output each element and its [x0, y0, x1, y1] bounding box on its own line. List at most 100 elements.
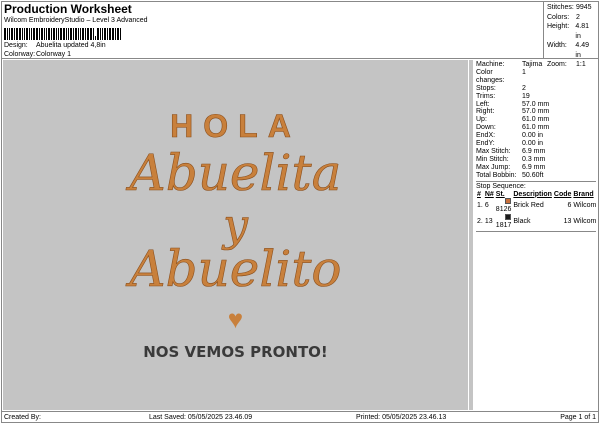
colorway-row: Colorway:Colorway 1 [4, 51, 71, 58]
barcode-bar [60, 28, 62, 40]
design-label: Design: [4, 42, 28, 49]
stop-sequence-table: # N# St. Description Code Brand 1. 6 8126 Brick … [476, 191, 597, 231]
barcode [4, 26, 144, 40]
column-header: Code [553, 190, 572, 198]
detail-row: Stops: 2 [476, 85, 596, 93]
barcode-bar [63, 28, 65, 40]
detail-value: 0.00 in [522, 140, 544, 148]
barcode-bar [102, 28, 103, 40]
barcode-bar [29, 28, 30, 40]
barcode-bar [78, 28, 79, 40]
detail-label: Right: [476, 108, 495, 116]
detail-row: EndX: 0.00 in [476, 132, 596, 140]
barcode-bar [85, 28, 86, 40]
detail-row: Total Bobbin: 50.60ft [476, 172, 596, 180]
detail-row: Left: 57.0 mm [476, 101, 596, 109]
barcode-bar [51, 28, 52, 40]
color-code: 13 [563, 218, 572, 226]
software-name: Wilcom EmbroideryStudio – Level 3 Advanc… [4, 17, 148, 24]
detail-row: Machine: Tajima [476, 61, 596, 69]
design-stats: Stitches: 9945 Colors: 2 Height: 4.81 in Width… [543, 1, 599, 68]
barcode-bar [22, 28, 23, 40]
divider [476, 231, 596, 233]
barcode-bar [36, 28, 38, 40]
barcode-bar [107, 28, 108, 40]
detail-row: Max Stitch: 6.9 mm [476, 148, 596, 156]
barcode-bar [100, 28, 101, 40]
detail-row: Right: 57.0 mm [476, 108, 596, 116]
color-description: Brick Red [513, 202, 544, 210]
barcode-bar [9, 28, 10, 40]
barcode-bar [33, 28, 35, 40]
worksheet-title: Production Worksheet [4, 2, 132, 16]
page-number: Page 1 of 1 [560, 414, 596, 421]
barcode-bar [31, 28, 32, 40]
barcode-bar [4, 28, 6, 40]
needle-number: 6 [484, 202, 489, 210]
detail-value: 0.3 mm [522, 155, 546, 163]
stat-label: Colors: [547, 13, 570, 21]
barcode-bar [75, 28, 77, 40]
stat-label: Stitches: [547, 4, 574, 11]
detail-label: Min Stitch: [476, 155, 509, 163]
column-header: N# [484, 190, 494, 198]
detail-row: EndY: 0.00 in [476, 140, 596, 148]
barcode-bar [53, 28, 55, 40]
column-header: Description [513, 190, 552, 198]
detail-value: 6.9 mm [522, 163, 546, 171]
detail-value: Tajima [522, 61, 543, 68]
barcode-bar [82, 28, 84, 40]
barcode-bar [117, 28, 119, 40]
column-header: Brand [573, 190, 594, 198]
stitch-count: 1817 [495, 222, 512, 230]
design-name: Abuelita updated 4,8in [36, 42, 106, 49]
barcode-bar [48, 28, 50, 40]
row-index: 2. [477, 218, 483, 226]
design-row: Design: Abuelita updated 4,8in [4, 42, 106, 49]
barcode-bar [56, 28, 57, 40]
barcode-bar [120, 28, 121, 40]
detail-value: 6.9 mm [522, 147, 546, 155]
barcode-bar [41, 28, 43, 40]
detail-label: Max Jump: [476, 163, 511, 171]
detail-label: Machine: [476, 61, 505, 68]
design-text-abuelita: Abuelita [129, 144, 342, 203]
detail-label: Down: [476, 124, 496, 132]
barcode-bar [90, 28, 92, 40]
barcode-bar [11, 28, 13, 40]
barcode-bar [44, 28, 45, 40]
thread-brand: Wilcom [573, 218, 597, 226]
detail-row: Down: 61.0 mm [476, 124, 596, 132]
needle-number: 13 [484, 218, 493, 226]
detail-label: Left: [476, 100, 490, 108]
detail-row: Up: 61.0 mm [476, 116, 596, 124]
color-swatch [505, 214, 512, 221]
table-row: 1. 6 8126 Brick Red 6 Wilcom [476, 198, 597, 214]
info-panel: Machine: Tajima Color changes: 1 Stops: 2 Trim… [469, 60, 599, 410]
detail-label: EndY: [476, 140, 495, 148]
detail-value: 1 [522, 68, 526, 76]
barcode-bar [112, 28, 114, 40]
stat-row: Height: 4.81 in [547, 22, 596, 41]
design-text-hola: HOLA [170, 108, 301, 145]
design-preview: HOLA Abuelita y Abuelito ♥ NOS VEMOS PRO… [3, 60, 468, 410]
detail-label: Total Bobbin: [476, 171, 517, 179]
barcode-bar [7, 28, 8, 40]
stop-sequence: Stop Sequence: # N# St. Description Code Bran… [476, 180, 597, 231]
stat-row: Stitches: 9945 [547, 3, 596, 13]
detail-value: 61.0 mm [522, 116, 550, 124]
barcode-bar [16, 28, 18, 40]
detail-label: EndX: [476, 132, 496, 140]
detail-row: Trims: 19 [476, 93, 596, 101]
column-header: St. [495, 190, 505, 198]
divider [1, 58, 599, 59]
design-text-tagline: NOS VEMOS PRONTO! [143, 343, 328, 361]
last-saved: Last Saved: 05/05/2025 23.46.09 [149, 414, 253, 421]
detail-row: Max Jump: 6.9 mm [476, 164, 596, 172]
detail-row: Min Stitch: 0.3 mm [476, 156, 596, 164]
barcode-bar [58, 28, 59, 40]
machine-details: Machine: Tajima Color changes: 1 Stops: 2 Trim… [476, 61, 596, 180]
detail-value: 0.00 in [522, 132, 544, 140]
barcode-bar [26, 28, 28, 40]
stat-value: 2 [576, 13, 580, 21]
